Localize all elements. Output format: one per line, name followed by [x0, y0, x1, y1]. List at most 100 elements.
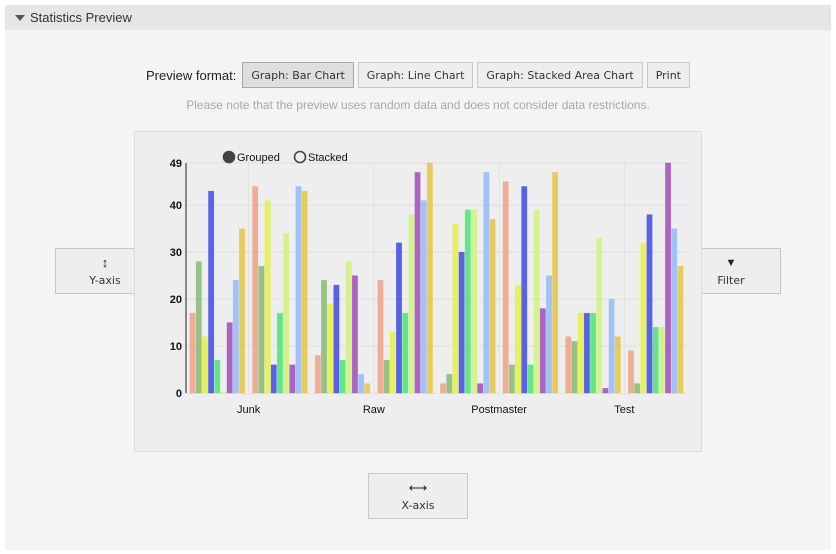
bar-series-2-group-8[interactable]	[634, 383, 641, 394]
y-tick-label: 40	[170, 200, 182, 212]
y-tick-label: 0	[176, 388, 182, 400]
bar-series-7-group-7[interactable]	[602, 388, 609, 394]
legend-option-stacked[interactable]: Stacked	[293, 150, 348, 165]
bar-series-2-group-2[interactable]	[258, 265, 265, 394]
bar-series-4-group-4[interactable]	[396, 242, 402, 394]
bar-series-7-group-8[interactable]	[665, 162, 672, 394]
legend-label: Grouped	[237, 152, 280, 164]
bar-series-2-group-3[interactable]	[321, 280, 328, 394]
x-axis-button[interactable]: ⟷ X-axis	[368, 473, 468, 519]
bar-series-3-group-3[interactable]	[327, 303, 334, 394]
bar-series-4-group-7[interactable]	[583, 312, 590, 394]
bar-series-7-group-2[interactable]	[289, 364, 296, 394]
legend-option-grouped[interactable]: Grouped	[222, 150, 280, 165]
bar-series-4-group-6[interactable]	[521, 186, 528, 394]
bar-series-3-group-8[interactable]	[640, 242, 647, 394]
bar-series-9-group-2[interactable]	[301, 190, 308, 394]
bar-series-9-group-3[interactable]	[364, 383, 371, 394]
bar-series-7-group-1[interactable]	[226, 322, 233, 394]
bar-series-2-group-7[interactable]	[571, 341, 578, 394]
print-button[interactable]: Print	[646, 62, 690, 88]
bar-series-2-group-1[interactable]	[195, 261, 202, 394]
horizontal-arrows-icon: ⟷	[408, 479, 428, 495]
bar-series-6-group-3[interactable]	[345, 261, 352, 394]
bar-series-6-group-5[interactable]	[471, 209, 477, 394]
bar-chart-button[interactable]: Graph: Bar Chart	[242, 62, 354, 88]
bar-series-4-group-2[interactable]	[270, 364, 277, 394]
bar-series-4-group-3[interactable]	[333, 284, 340, 394]
bar-series-9-group-6[interactable]	[552, 172, 559, 394]
bar-series-1-group-7[interactable]	[565, 336, 572, 394]
bar-series-1-group-4[interactable]	[377, 280, 384, 394]
bar-series-9-group-5[interactable]	[489, 219, 496, 394]
bar-series-6-group-8[interactable]	[658, 326, 665, 394]
stacked-area-chart-button[interactable]: Graph: Stacked Area Chart	[477, 62, 643, 88]
bar-series-9-group-1[interactable]	[239, 228, 246, 394]
radio-filled-icon[interactable]	[222, 150, 236, 164]
bar-series-8-group-2[interactable]	[295, 186, 302, 394]
y-tick-label: 20	[170, 294, 182, 306]
bar-series-5-group-8[interactable]	[652, 326, 659, 394]
bar-series-8-group-8[interactable]	[671, 228, 678, 394]
bar-series-7-group-6[interactable]	[539, 308, 546, 394]
widget-title: Statistics Preview	[30, 10, 132, 25]
bar-series-3-group-1[interactable]	[201, 336, 208, 394]
bar-series-8-group-3[interactable]	[358, 373, 365, 394]
bar-series-8-group-7[interactable]	[608, 298, 615, 394]
caret-down-icon[interactable]	[15, 14, 25, 21]
x-tick-label: Postmaster	[471, 404, 527, 416]
line-chart-button[interactable]: Graph: Line Chart	[357, 62, 474, 88]
bar-series-4-group-5[interactable]	[458, 251, 465, 394]
bar-series-6-group-7[interactable]	[596, 237, 603, 394]
bar-series-3-group-5[interactable]	[452, 223, 459, 394]
x-tick-labels: Junk Raw Postmaster Test	[237, 404, 634, 416]
bar-series-9-group-4[interactable]	[426, 162, 433, 394]
bar-series-6-group-2[interactable]	[283, 233, 290, 394]
bar-series-4-group-8[interactable]	[646, 214, 653, 394]
bar-series-5-group-5[interactable]	[464, 209, 471, 394]
bar-series-7-group-4[interactable]	[414, 172, 421, 394]
bar-series-6-group-1[interactable]	[220, 391, 227, 394]
bar-series-6-group-6[interactable]	[533, 209, 540, 394]
bar-series-5-group-6[interactable]	[527, 364, 534, 394]
radio-empty-icon[interactable]	[293, 150, 307, 164]
bar-series-4-group-1[interactable]	[208, 190, 215, 394]
bar-series-9-group-8[interactable]	[677, 265, 684, 394]
bar-series-5-group-2[interactable]	[276, 312, 283, 394]
bar-series-7-group-5[interactable]	[477, 383, 484, 394]
bar-series-5-group-4[interactable]	[402, 312, 409, 394]
y-tick-label: 30	[170, 247, 182, 259]
bar-series-3-group-4[interactable]	[389, 331, 396, 394]
bar-series-8-group-1[interactable]	[232, 280, 239, 394]
bar-series-5-group-3[interactable]	[339, 359, 346, 394]
y-tick-label: 10	[170, 341, 182, 353]
bar-series-2-group-5[interactable]	[446, 373, 453, 394]
bar-series-2-group-4[interactable]	[383, 359, 390, 394]
bar-series-1-group-8[interactable]	[627, 350, 634, 394]
bar-series-8-group-5[interactable]	[483, 172, 490, 394]
y-tick-label: 49	[170, 158, 182, 170]
bar-series-7-group-3[interactable]	[351, 275, 358, 394]
bar-series-3-group-6[interactable]	[515, 284, 522, 394]
legend-label: Stacked	[308, 152, 348, 164]
chart-legend: Grouped Stacked	[222, 150, 348, 165]
bar-series-2-group-6[interactable]	[508, 364, 515, 394]
bar-series-3-group-7[interactable]	[577, 312, 584, 394]
bar-series-9-group-7[interactable]	[614, 336, 621, 394]
bar-series-1-group-6[interactable]	[502, 181, 509, 394]
widget-header[interactable]: Statistics Preview	[5, 5, 831, 30]
bar-series-5-group-1[interactable]	[214, 359, 221, 394]
bar-series-1-group-5[interactable]	[440, 383, 447, 394]
bar-series-8-group-4[interactable]	[420, 200, 427, 394]
bar-series-5-group-7[interactable]	[590, 312, 597, 394]
bar-series-3-group-2[interactable]	[264, 200, 271, 394]
vertical-arrows-icon: ↕	[101, 254, 109, 270]
x-tick-label: Junk	[237, 404, 261, 416]
random-data-note: Please note that the preview uses random…	[186, 98, 650, 112]
x-tick-label: Test	[614, 404, 634, 416]
bar-series-1-group-1[interactable]	[189, 312, 196, 394]
bar-series-6-group-4[interactable]	[408, 214, 415, 394]
bar-series-8-group-6[interactable]	[545, 275, 552, 394]
bar-series-1-group-3[interactable]	[314, 355, 321, 394]
bar-series-1-group-2[interactable]	[252, 186, 259, 394]
